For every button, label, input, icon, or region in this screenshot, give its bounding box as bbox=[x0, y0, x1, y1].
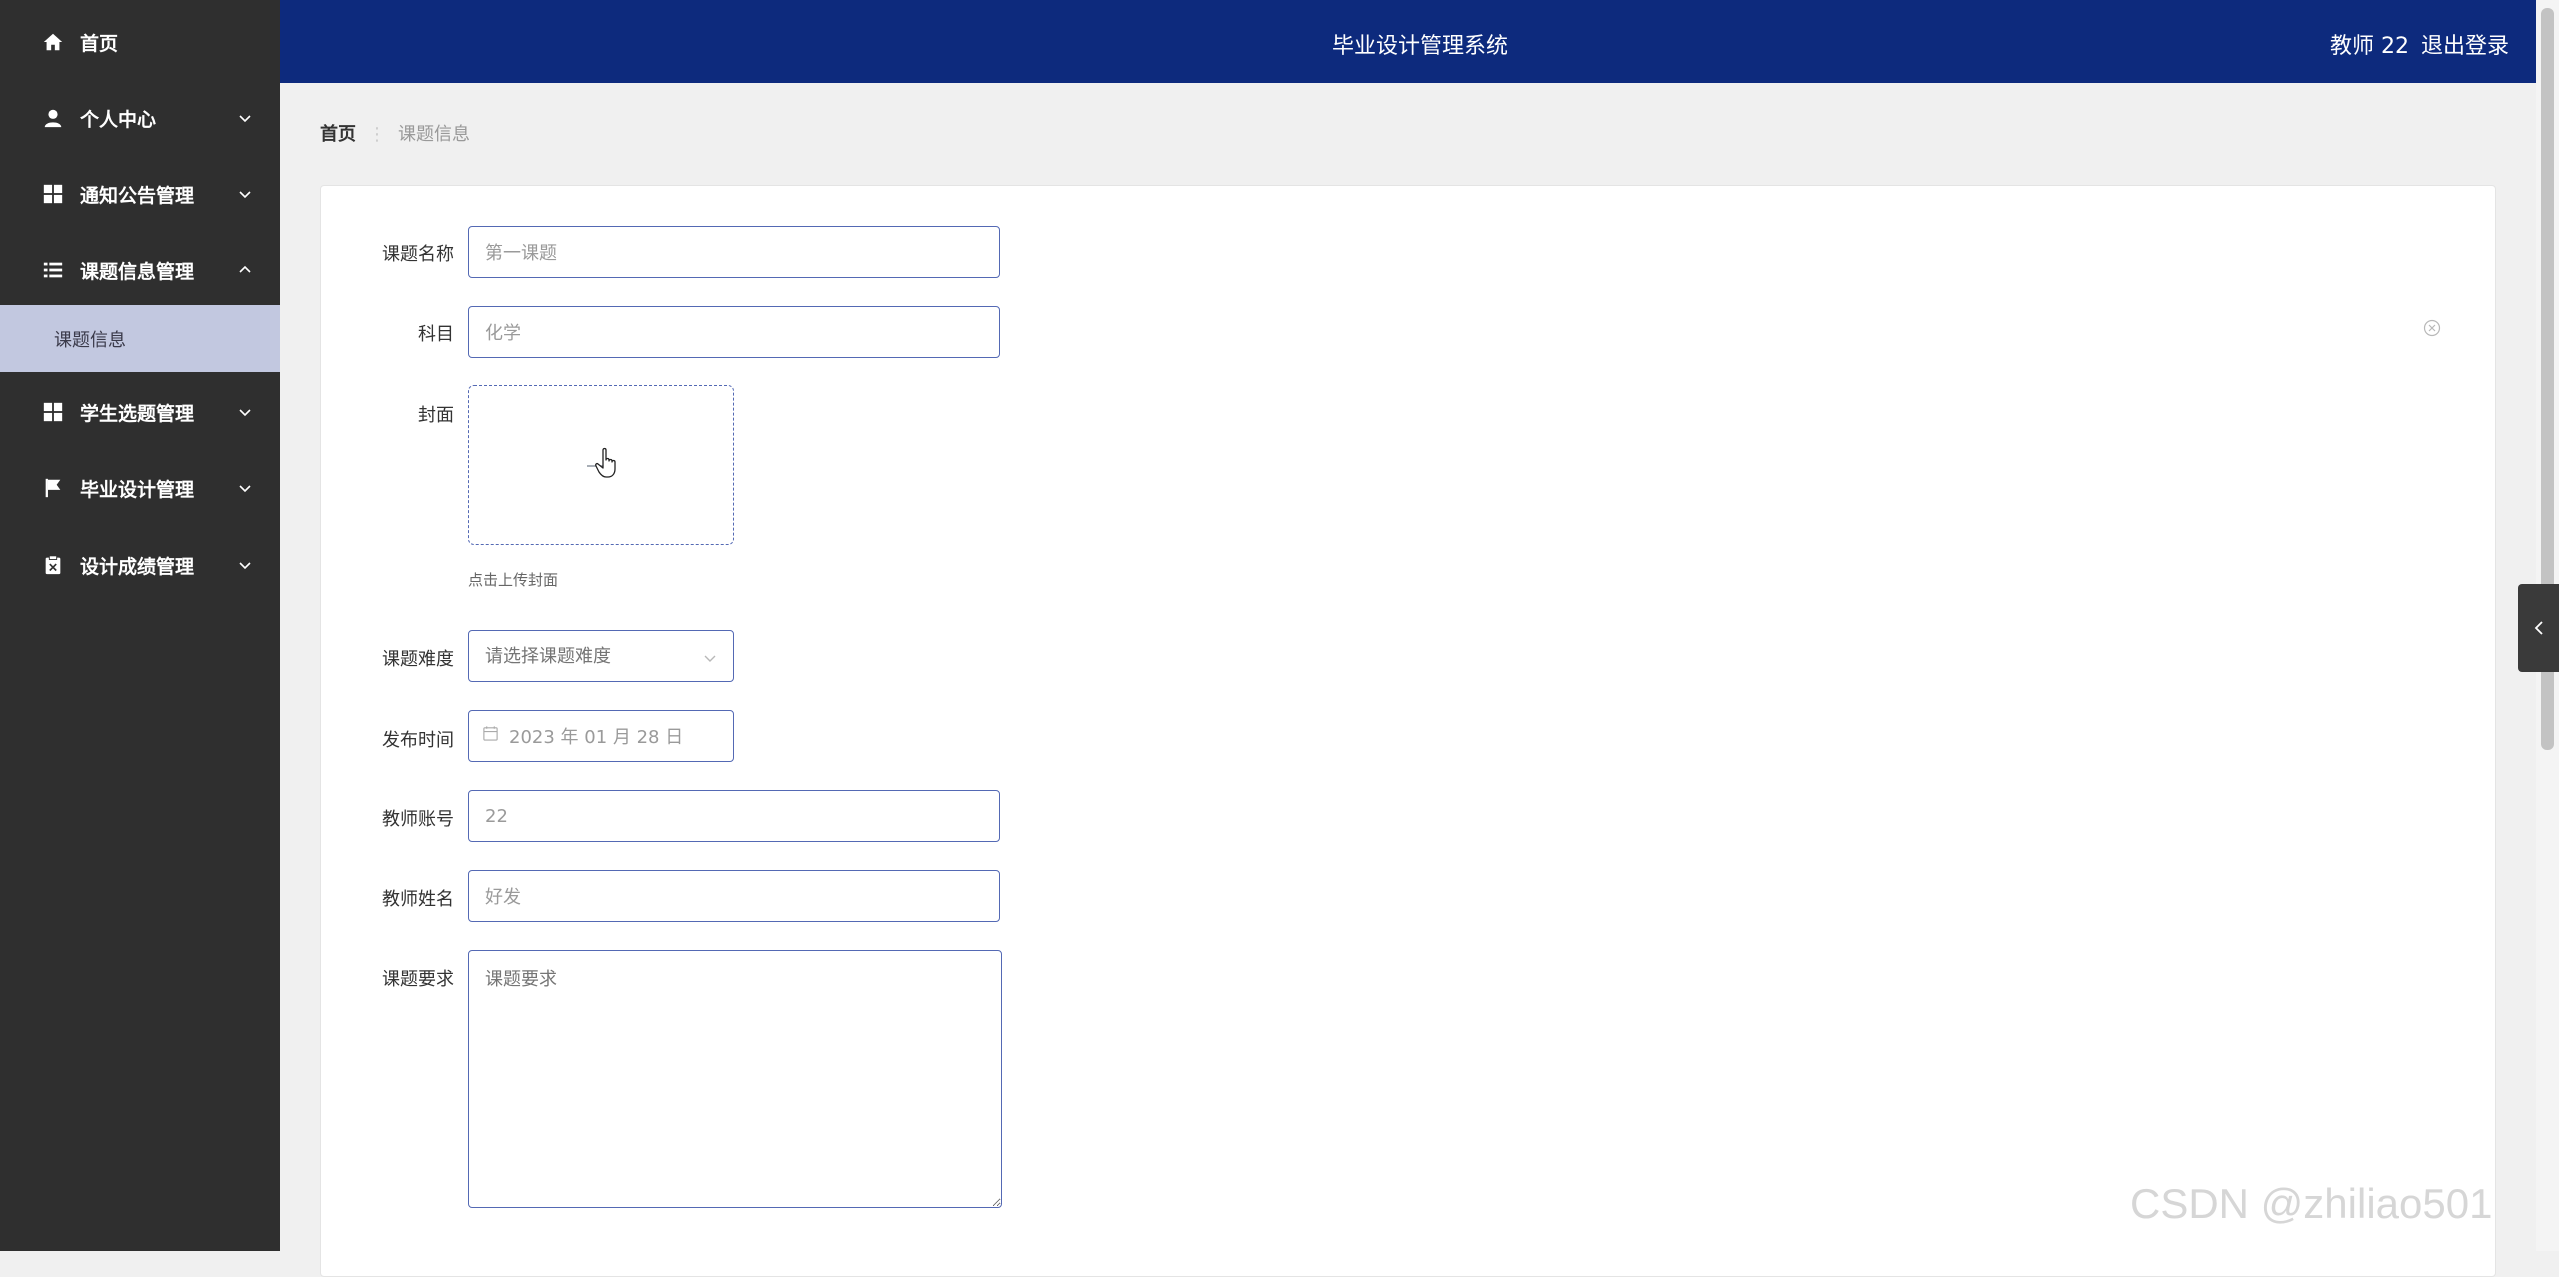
chevron-down-icon bbox=[239, 562, 251, 570]
publish-time-input[interactable] bbox=[468, 710, 734, 762]
grid-icon bbox=[43, 402, 63, 422]
chevron-down-icon bbox=[239, 485, 251, 493]
teacher-name-label: 教师姓名 bbox=[382, 889, 454, 910]
logout-link[interactable]: 退出登录 bbox=[2421, 28, 2509, 60]
clipboard-icon bbox=[45, 555, 61, 575]
user-icon bbox=[44, 109, 62, 128]
sidebar-item-student-selection[interactable]: 学生选题管理 bbox=[0, 374, 280, 450]
subject-input[interactable] bbox=[468, 306, 1000, 358]
sidebar-item-personal-center[interactable]: 个人中心 bbox=[0, 80, 280, 156]
watermark: CSDN @zhiliao501 bbox=[2130, 1180, 2493, 1227]
sidebar-item-notice-management[interactable]: 通知公告管理 bbox=[0, 156, 280, 232]
sidebar-subitem-label: 课题信息 bbox=[54, 329, 126, 351]
subject-label: 科目 bbox=[418, 324, 454, 345]
chevron-up-icon bbox=[239, 265, 251, 273]
teacher-name-input[interactable] bbox=[468, 870, 1000, 922]
sidebar-item-label: 首页 bbox=[80, 32, 119, 55]
chevron-down-icon bbox=[704, 655, 716, 662]
sidebar-item-grade-management[interactable]: 设计成绩管理 bbox=[0, 527, 280, 603]
sidebar-item-label: 设计成绩管理 bbox=[80, 555, 195, 578]
app-title: 毕业设计管理系统 bbox=[1332, 34, 1509, 59]
breadcrumb-current: 课题信息 bbox=[398, 124, 470, 145]
grid-icon bbox=[43, 184, 63, 204]
teacher-account-input[interactable] bbox=[468, 790, 1000, 842]
sidebar-item-label: 毕业设计管理 bbox=[80, 478, 195, 501]
side-panel-toggle[interactable] bbox=[2518, 584, 2559, 672]
teacher-account-label: 教师账号 bbox=[382, 809, 454, 830]
sidebar-item-label: 通知公告管理 bbox=[80, 184, 195, 207]
hand-cursor-icon bbox=[595, 447, 616, 478]
chevron-down-icon bbox=[239, 191, 251, 199]
requirement-label: 课题要求 bbox=[382, 969, 454, 990]
chevron-down-icon bbox=[239, 409, 251, 417]
sidebar-item-label: 课题信息管理 bbox=[80, 260, 195, 283]
publish-time-label: 发布时间 bbox=[382, 730, 454, 751]
sidebar-item-label: 个人中心 bbox=[80, 108, 157, 131]
breadcrumb-separator: ⋮ bbox=[368, 124, 386, 145]
breadcrumb-home[interactable]: 首页 bbox=[320, 124, 356, 145]
requirement-textarea[interactable] bbox=[468, 950, 1002, 1208]
sidebar-item-home[interactable]: 首页 bbox=[0, 4, 280, 80]
breadcrumb: 首页 ⋮ 课题信息 bbox=[320, 120, 470, 146]
cover-upload-area[interactable] bbox=[468, 385, 734, 545]
sidebar-item-design-management[interactable]: 毕业设计管理 bbox=[0, 450, 280, 526]
sidebar-subitem-topic-info[interactable]: 课题信息 bbox=[0, 305, 280, 372]
home-icon bbox=[43, 33, 63, 51]
flag-icon bbox=[45, 478, 61, 498]
clear-circle-icon[interactable] bbox=[2422, 318, 2442, 338]
topic-name-label: 课题名称 bbox=[382, 244, 454, 265]
chevron-left-icon bbox=[2534, 621, 2543, 635]
topic-name-input[interactable] bbox=[468, 226, 1000, 278]
difficulty-select[interactable] bbox=[468, 630, 734, 682]
current-user: 教师 22 bbox=[2330, 34, 2409, 59]
sidebar-item-topic-management[interactable]: 课题信息管理 bbox=[0, 232, 280, 308]
difficulty-label: 课题难度 bbox=[382, 649, 454, 670]
sidebar-item-label: 学生选题管理 bbox=[80, 402, 195, 425]
chevron-down-icon bbox=[239, 115, 251, 123]
cover-upload-tip: 点击上传封面 bbox=[468, 571, 559, 589]
list-icon bbox=[43, 262, 63, 278]
calendar-icon bbox=[483, 726, 498, 741]
cover-label: 封面 bbox=[418, 405, 454, 426]
sidebar: 首页 个人中心 通知公告管理 课题信息管理 课题信息 学生选题管理 毕业设计管理… bbox=[0, 0, 280, 1251]
top-header: 毕业设计管理系统 教师 22 退出登录 bbox=[280, 0, 2536, 83]
